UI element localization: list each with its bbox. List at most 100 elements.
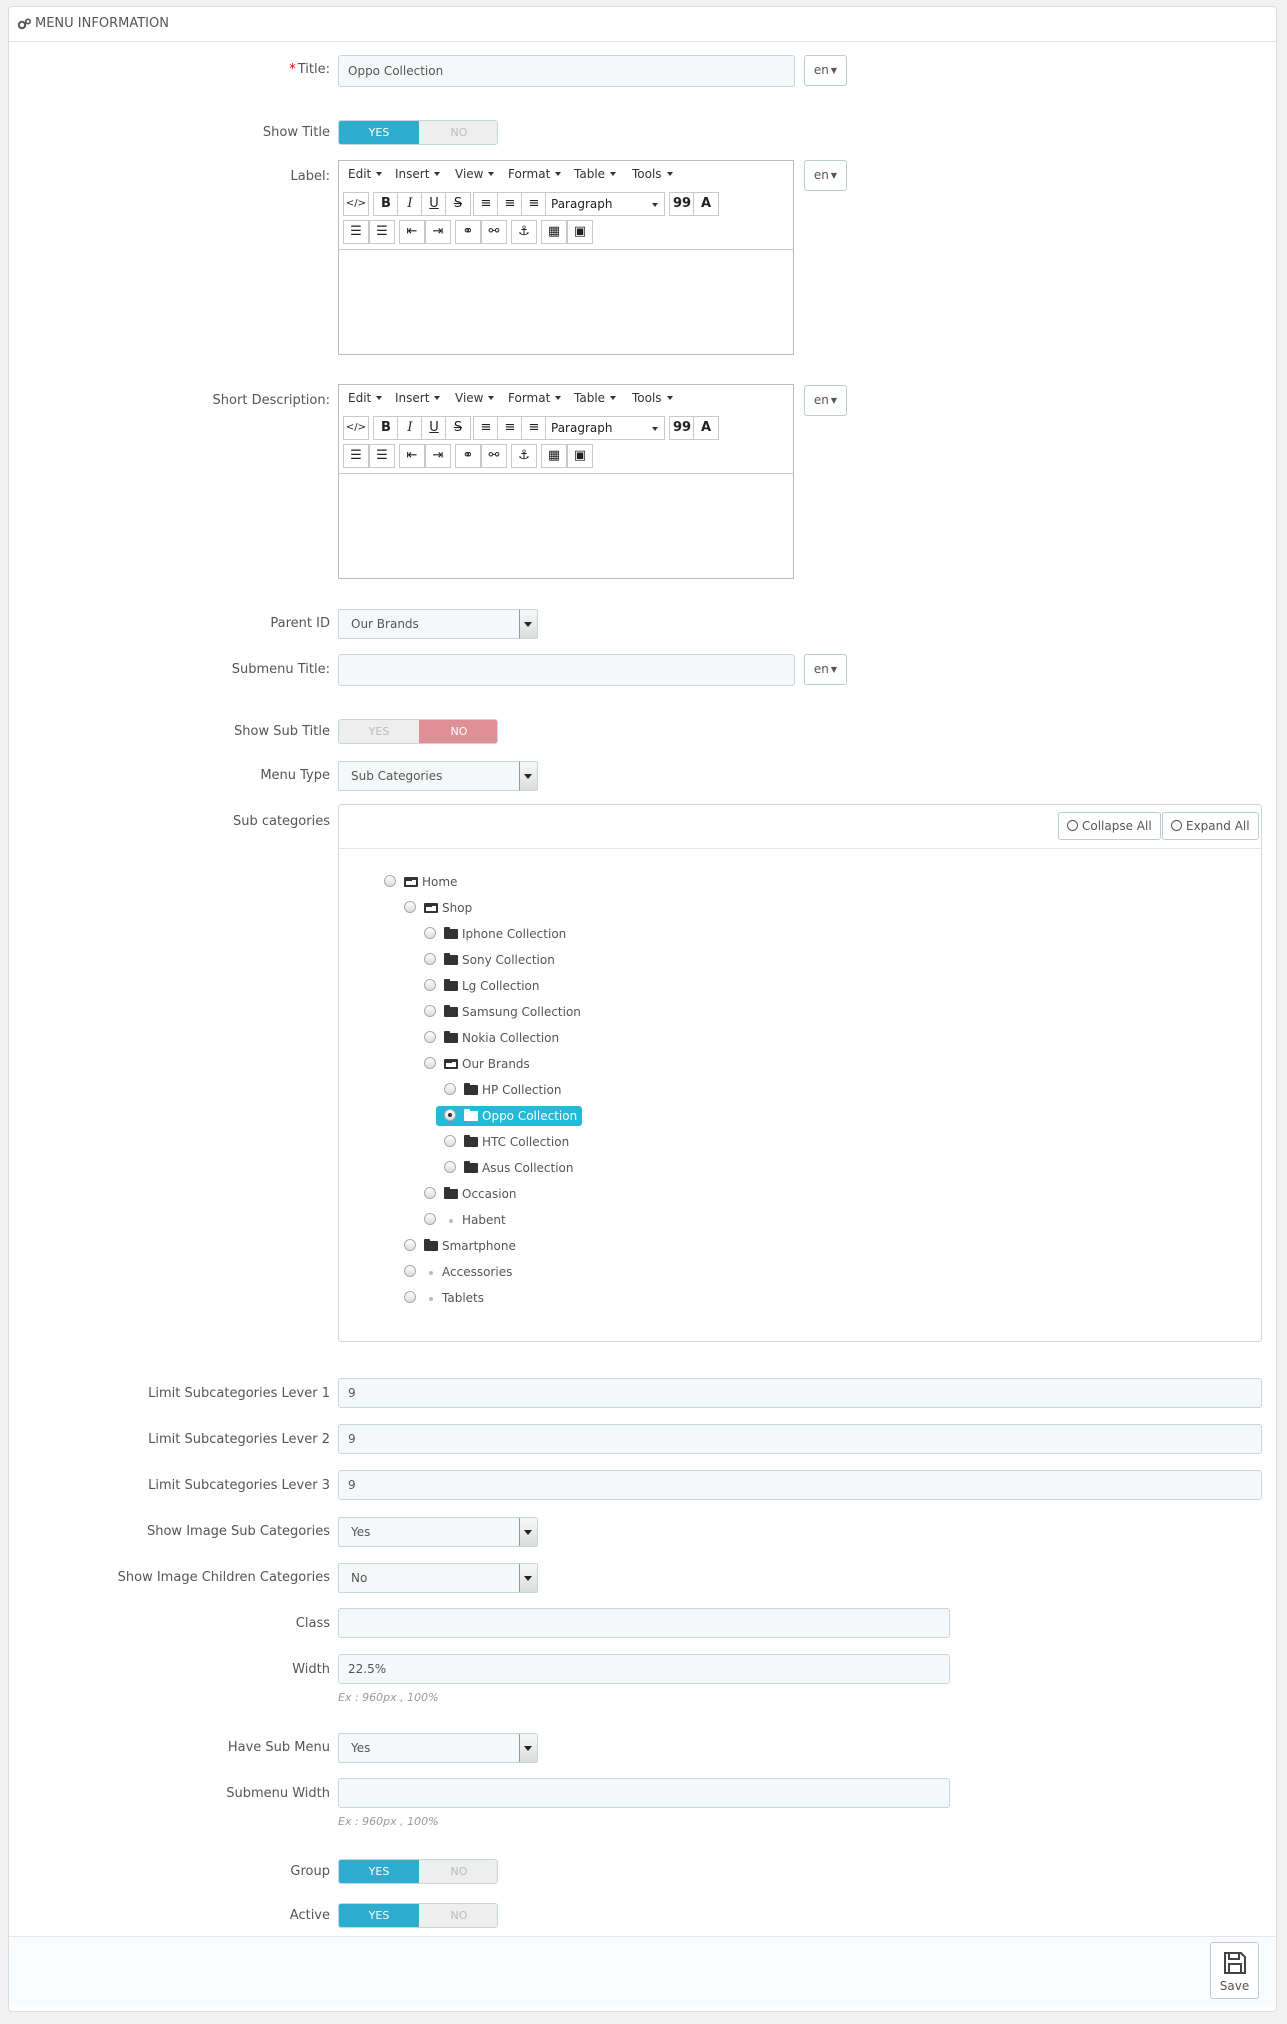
italic-button[interactable]: I [397, 416, 423, 440]
tree-node-radio[interactable] [424, 1187, 436, 1199]
editor-menu-tools[interactable]: Tools [632, 391, 673, 405]
tree-node-radio[interactable] [384, 875, 396, 887]
align-right-icon[interactable]: ≡ [521, 416, 547, 440]
align-left-icon[interactable]: ≡ [473, 416, 499, 440]
indent-icon[interactable]: ⇥ [425, 444, 451, 468]
tree-node-radio[interactable] [444, 1109, 456, 1121]
tree-node-radio[interactable] [444, 1135, 456, 1147]
editor-menu-format[interactable]: Format [508, 391, 561, 405]
show-sub-title-no[interactable]: NO [419, 720, 497, 743]
numbered-list-icon[interactable]: ☰ [369, 220, 395, 244]
link-icon[interactable]: ⚭ [455, 444, 481, 468]
collapse-all-button[interactable]: Collapse All [1058, 812, 1161, 840]
title-input[interactable]: Oppo Collection [338, 55, 795, 87]
label-rich-editor[interactable]: Edit Insert View Format Table Tools </> … [338, 160, 794, 355]
editor-menu-insert[interactable]: Insert [395, 391, 440, 405]
italic-button[interactable]: I [397, 192, 423, 216]
group-yes[interactable]: YES [339, 1860, 419, 1883]
expand-all-button[interactable]: Expand All [1162, 812, 1259, 840]
editor-menu-table[interactable]: Table [574, 391, 616, 405]
anchor-icon[interactable]: ⚓ [511, 220, 537, 244]
group-switch[interactable]: YES NO [338, 1859, 498, 1884]
editor-menu-edit[interactable]: Edit [348, 391, 382, 405]
editor-menu-format[interactable]: Format [508, 167, 561, 181]
label-edit-area[interactable] [339, 249, 793, 354]
active-no[interactable]: NO [419, 1904, 497, 1927]
tree-node-radio[interactable] [424, 1213, 436, 1225]
show-title-switch[interactable]: YES NO [338, 120, 498, 145]
underline-button[interactable]: U [421, 416, 447, 440]
align-center-icon[interactable]: ≡ [497, 192, 523, 216]
underline-button[interactable]: U [421, 192, 447, 216]
short-description-edit-area[interactable] [339, 473, 793, 578]
show-title-yes[interactable]: YES [339, 121, 419, 144]
text-color-button[interactable]: A [693, 416, 719, 440]
tree-node-radio[interactable] [424, 953, 436, 965]
class-input[interactable] [338, 1608, 950, 1638]
limit-lever-3-input[interactable]: 9 [338, 1470, 1262, 1500]
bullet-list-icon[interactable]: ☰ [343, 444, 369, 468]
editor-menu-view[interactable]: View [455, 391, 494, 405]
text-color-button[interactable]: A [693, 192, 719, 216]
outdent-icon[interactable]: ⇤ [399, 444, 425, 468]
outdent-icon[interactable]: ⇤ [399, 220, 425, 244]
menu-type-select[interactable]: Sub Categories [338, 761, 538, 791]
editor-menu-insert[interactable]: Insert [395, 167, 440, 181]
limit-lever-2-input[interactable]: 9 [338, 1424, 1262, 1454]
show-image-sub-categories-select[interactable]: Yes [338, 1517, 538, 1547]
align-center-icon[interactable]: ≡ [497, 416, 523, 440]
bold-button[interactable]: B [373, 416, 399, 440]
show-sub-title-switch[interactable]: YES NO [338, 719, 498, 744]
paragraph-format-dropdown[interactable]: Paragraph [545, 192, 665, 216]
tree-node-radio[interactable] [444, 1161, 456, 1173]
tree-node-radio[interactable] [424, 1057, 436, 1069]
media-icon[interactable]: ▦ [541, 444, 567, 468]
tree-node-radio[interactable] [404, 1239, 416, 1251]
tree-node-radio[interactable] [444, 1083, 456, 1095]
image-icon[interactable]: ▣ [567, 444, 593, 468]
have-sub-menu-select[interactable]: Yes [338, 1733, 538, 1763]
align-left-icon[interactable]: ≡ [473, 192, 499, 216]
tree-node-radio[interactable] [424, 927, 436, 939]
indent-icon[interactable]: ⇥ [425, 220, 451, 244]
strikethrough-button[interactable]: S [445, 416, 471, 440]
editor-menu-view[interactable]: View [455, 167, 494, 181]
source-code-button[interactable]: </> [343, 192, 369, 216]
short-description-lang-dropdown[interactable]: en ▼ [804, 385, 847, 416]
tree-node-radio[interactable] [424, 1005, 436, 1017]
width-input[interactable]: 22.5% [338, 1654, 950, 1684]
editor-menu-edit[interactable]: Edit [348, 167, 382, 181]
limit-lever-1-input[interactable]: 9 [338, 1378, 1262, 1408]
parent-id-select[interactable]: Our Brands [338, 609, 538, 639]
editor-menu-table[interactable]: Table [574, 167, 616, 181]
blockquote-button[interactable]: 99 [669, 192, 695, 216]
tree-node-radio[interactable] [404, 901, 416, 913]
active-yes[interactable]: YES [339, 1904, 419, 1927]
paragraph-format-dropdown[interactable]: Paragraph [545, 416, 665, 440]
media-icon[interactable]: ▦ [541, 220, 567, 244]
bold-button[interactable]: B [373, 192, 399, 216]
source-code-button[interactable]: </> [343, 416, 369, 440]
bullet-list-icon[interactable]: ☰ [343, 220, 369, 244]
group-no[interactable]: NO [419, 1860, 497, 1883]
link-icon[interactable]: ⚭ [455, 220, 481, 244]
short-description-rich-editor[interactable]: Edit Insert View Format Table Tools </> … [338, 384, 794, 579]
show-sub-title-yes[interactable]: YES [339, 720, 419, 743]
align-right-icon[interactable]: ≡ [521, 192, 547, 216]
submenu-title-lang-dropdown[interactable]: en ▼ [804, 654, 847, 685]
numbered-list-icon[interactable]: ☰ [369, 444, 395, 468]
tree-node-radio[interactable] [424, 979, 436, 991]
unlink-icon[interactable]: ⚯ [481, 444, 507, 468]
strikethrough-button[interactable]: S [445, 192, 471, 216]
editor-menu-tools[interactable]: Tools [632, 167, 673, 181]
show-title-no[interactable]: NO [419, 121, 497, 144]
blockquote-button[interactable]: 99 [669, 416, 695, 440]
save-button[interactable]: Save [1210, 1942, 1259, 1999]
show-image-children-categories-select[interactable]: No [338, 1563, 538, 1593]
active-switch[interactable]: YES NO [338, 1903, 498, 1928]
tree-node-radio[interactable] [424, 1031, 436, 1043]
label-lang-dropdown[interactable]: en ▼ [804, 160, 847, 191]
tree-node-radio[interactable] [404, 1291, 416, 1303]
submenu-width-input[interactable] [338, 1778, 950, 1808]
tree-node-radio[interactable] [404, 1265, 416, 1277]
